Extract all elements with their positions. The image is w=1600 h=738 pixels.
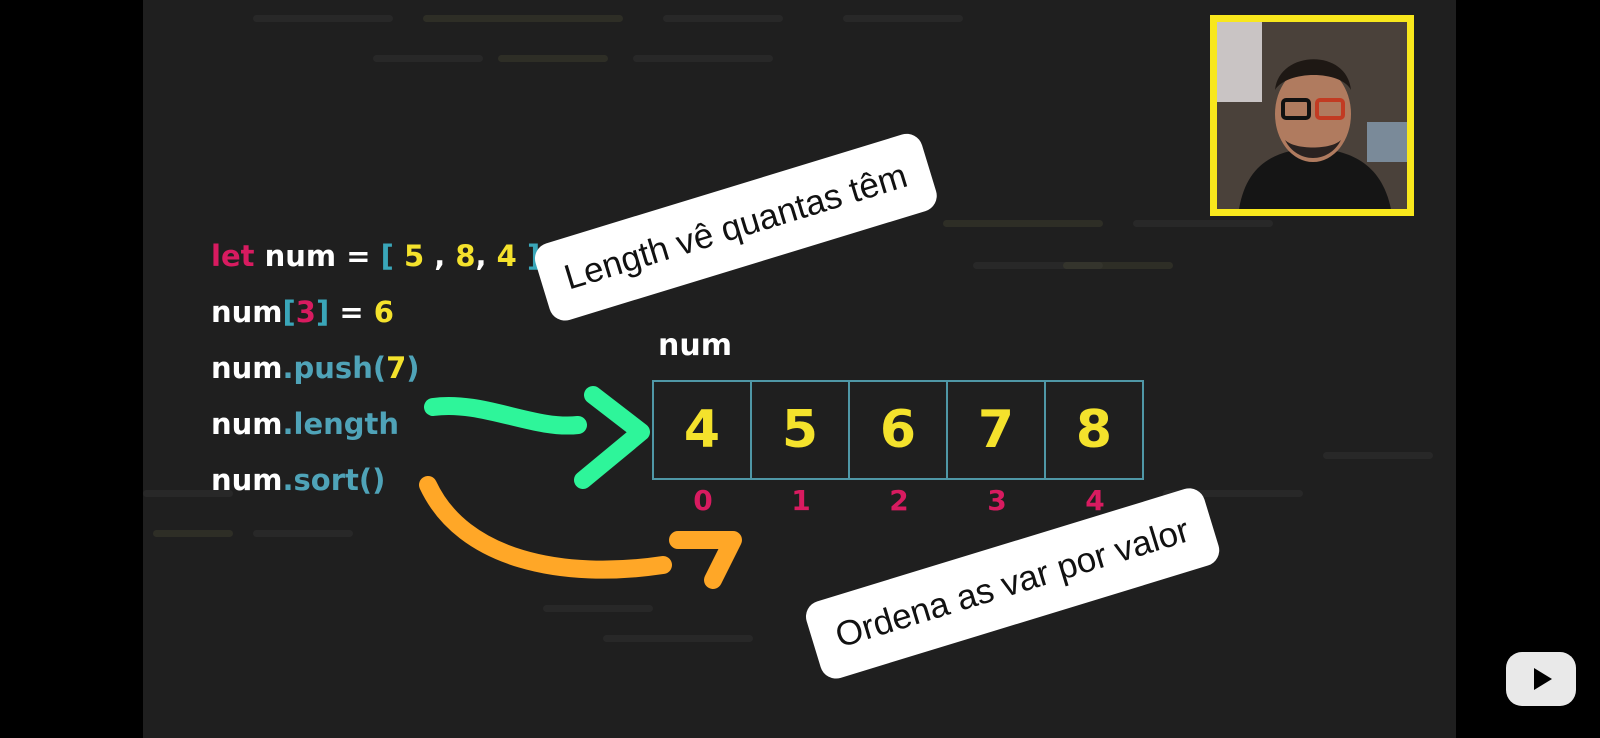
webcam-overlay	[1210, 15, 1414, 216]
play-button[interactable]	[1506, 652, 1576, 706]
green-arrowhead-icon	[574, 386, 650, 489]
video-frame[interactable]: let num = [ 5 , 8, 4 ] num[3] = 6 num.pu…	[143, 0, 1456, 738]
presenter-icon	[1217, 22, 1407, 209]
orange-arrowhead-icon	[669, 531, 742, 589]
green-arrow-icon	[424, 397, 587, 435]
orange-arrow-icon	[419, 476, 672, 579]
play-icon	[1534, 668, 1552, 690]
